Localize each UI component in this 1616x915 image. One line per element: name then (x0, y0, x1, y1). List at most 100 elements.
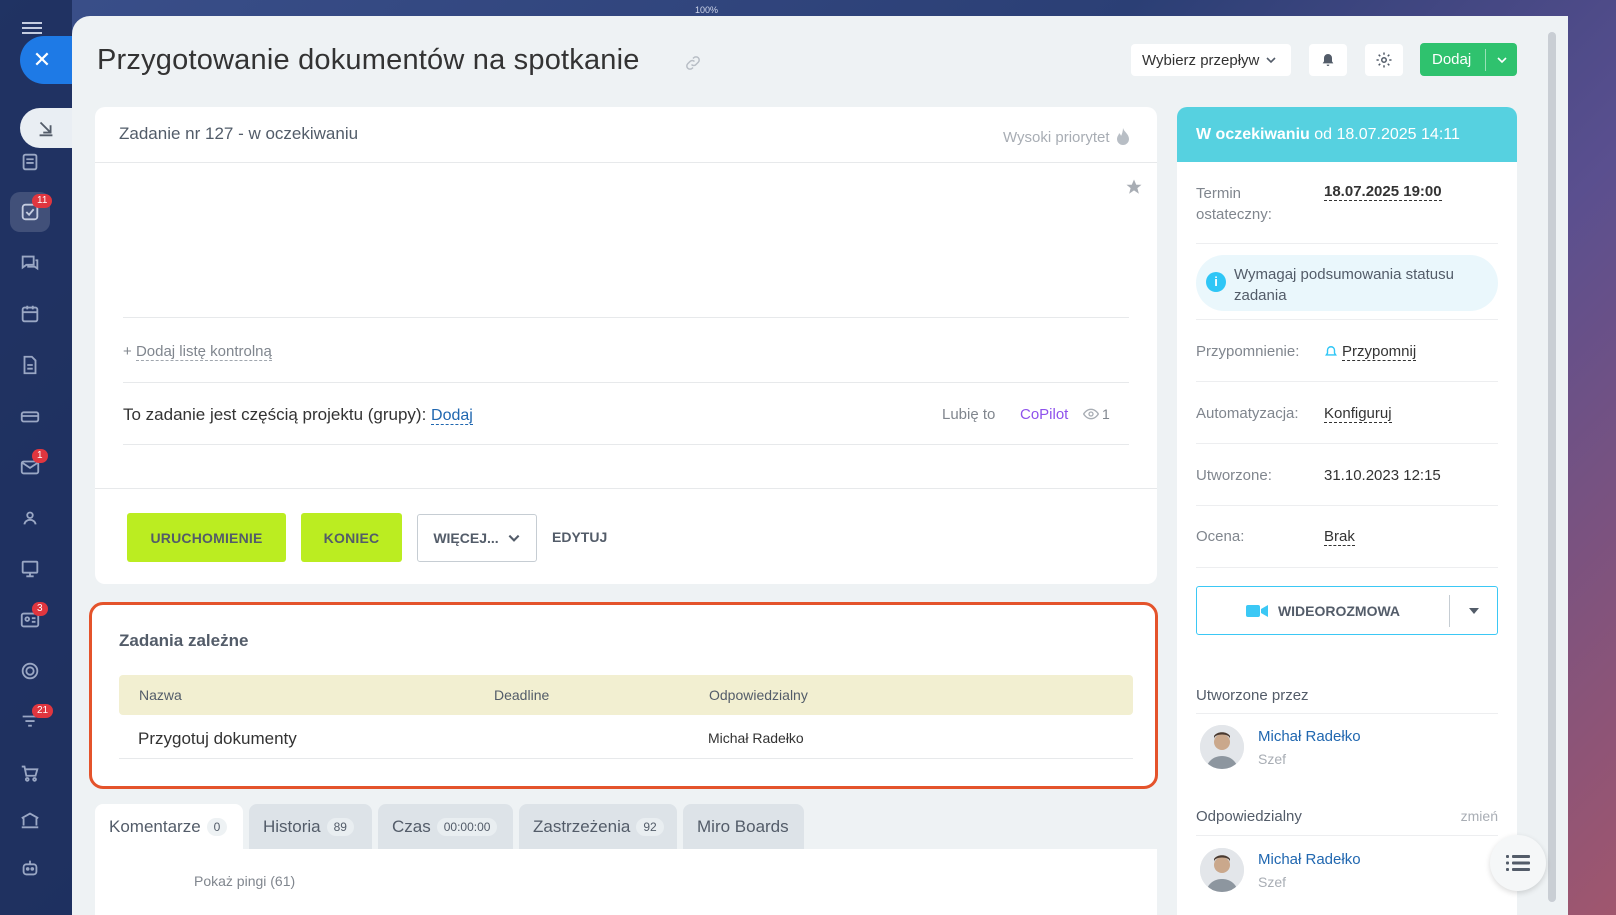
info-icon: i (1206, 272, 1226, 292)
tab-comments[interactable]: Komentarze 0 (95, 804, 243, 850)
creator-name[interactable]: Michał Radełko (1258, 728, 1361, 745)
tab-history[interactable]: Historia 89 (249, 804, 372, 850)
deadline-label: Termin ostateczny: (1196, 185, 1272, 223)
automation-label: Automatyzacja: (1196, 405, 1299, 422)
calendar-icon (21, 305, 39, 323)
require-summary-label: Wymagaj podsumowania statusu zadania (1234, 266, 1454, 304)
notifications-button[interactable] (1309, 44, 1347, 76)
reminder-value[interactable]: Przypomnij (1342, 343, 1417, 361)
sidebar-item-bank[interactable] (10, 800, 50, 840)
mail-badge: 1 (32, 449, 48, 463)
sidebar-item-calendar[interactable] (10, 294, 50, 334)
start-button[interactable]: URUCHOMIENIE (127, 513, 286, 562)
bell-icon (1325, 346, 1337, 356)
change-responsible-link[interactable]: zmień (1461, 808, 1498, 824)
responsible-card[interactable]: Michał Radełko Szef (1196, 848, 1498, 898)
avatar (1200, 725, 1244, 769)
tab-time[interactable]: Czas 00:00:00 (378, 804, 513, 850)
file-icon (23, 355, 37, 375)
copilot-button[interactable]: CoPilot (1020, 406, 1068, 423)
rating-label: Ocena: (1196, 528, 1245, 545)
reminder-label: Przypomnienie: (1196, 343, 1300, 360)
avatar-image (1200, 848, 1244, 892)
video-camera-icon (1245, 604, 1268, 617)
chevron-down-icon (1266, 57, 1276, 64)
settings-button[interactable] (1365, 44, 1403, 76)
dependent-task-responsible: Michał Radełko (708, 730, 804, 746)
link-icon[interactable] (684, 54, 702, 72)
edit-button[interactable]: EDYTUJ (552, 529, 607, 545)
tab-label: Zastrzeżenia (533, 817, 631, 836)
reminder-row: Przypomnienie: Przypomnij (1196, 343, 1498, 363)
sidebar-item-tasks[interactable]: 11 (10, 192, 53, 232)
dependent-table-header: Nazwa Deadline Odpowiedzialny (119, 675, 1133, 715)
deadline-value[interactable]: 18.07.2025 19:00 (1324, 183, 1442, 201)
sidebar-item-goals[interactable] (10, 651, 50, 691)
sidebar-item-board[interactable] (10, 549, 50, 589)
add-button[interactable]: Dodaj (1420, 43, 1517, 76)
responsible-name[interactable]: Michał Radełko (1258, 851, 1361, 868)
cart-icon (21, 765, 39, 782)
sidebar-item-sites[interactable]: 21 (10, 702, 54, 742)
contacts-badge: 3 (32, 602, 48, 616)
project-add-link[interactable]: Dodaj (431, 407, 473, 425)
automation-value[interactable]: Konfiguruj (1324, 405, 1392, 423)
creator-card[interactable]: Michał Radełko Szef (1196, 725, 1498, 775)
flow-select[interactable]: Wybierz przepływ (1131, 44, 1291, 76)
add-dropdown[interactable] (1486, 54, 1517, 66)
views-count: 1 (1102, 406, 1110, 422)
sidebar-item-contacts[interactable]: 3 (10, 600, 50, 640)
video-dropdown[interactable] (1450, 607, 1497, 614)
column-header-deadline: Deadline (494, 687, 550, 703)
sidebar-item-employees[interactable] (10, 498, 50, 538)
sidebar-item-chat[interactable] (10, 243, 50, 283)
tab-objections[interactable]: Zastrzeżenia 92 (519, 804, 677, 850)
page-title: Przygotowanie dokumentów na spotkanie (97, 44, 640, 76)
table-row[interactable]: Przygotuj dokumenty Michał Radełko (119, 716, 1133, 759)
avatar (1200, 848, 1244, 892)
more-button[interactable]: WIĘCEJ... (417, 514, 537, 562)
video-call-main[interactable]: WIDEOROZMOWA (1197, 603, 1449, 619)
like-button[interactable]: Lubię to (942, 406, 995, 423)
star-icon[interactable] (1125, 178, 1143, 196)
add-checklist-link[interactable]: Dodaj listę kontrolną (135, 343, 272, 361)
project-line: To zadanie jest częścią projektu (grupy)… (123, 405, 473, 425)
created-by-label: Utworzone przez (1196, 687, 1309, 704)
eye-icon (1083, 408, 1099, 420)
tasks-badge: 11 (32, 194, 53, 208)
video-call-button[interactable]: WIDEOROZMOWA (1196, 586, 1498, 635)
project-text: To zadanie jest częścią projektu (grupy)… (123, 405, 427, 424)
responsible-header: Odpowiedzialny zmień (1196, 808, 1498, 828)
close-button[interactable]: ✕ (20, 36, 72, 84)
tab-count: 92 (636, 818, 664, 836)
add-checklist[interactable]: + Dodaj listę kontrolną (123, 343, 272, 361)
menu-icon[interactable] (22, 22, 42, 34)
presentation-icon (21, 560, 39, 578)
sidebar-item-mail[interactable]: 1 (10, 447, 50, 487)
rating-value[interactable]: Brak (1324, 528, 1355, 546)
tab-label: Czas (392, 817, 431, 836)
show-pings-link[interactable]: Pokaż pingi (61) (194, 873, 295, 889)
sidebar-item-feed[interactable] (10, 142, 50, 182)
views-counter: 1 (1083, 406, 1110, 422)
finish-button[interactable]: KONIEC (301, 513, 402, 562)
divider (1196, 319, 1498, 320)
scrollbar[interactable] (1547, 16, 1568, 915)
sidebar-item-bot[interactable] (10, 848, 50, 888)
require-summary-toggle[interactable]: i Wymagaj podsumowania statusu zadania (1196, 255, 1498, 311)
sidebar-item-shop[interactable] (10, 753, 50, 793)
priority-toggle[interactable]: Wysoki priorytet (1003, 128, 1130, 146)
menu-fab-button[interactable] (1490, 835, 1546, 891)
robot-icon (22, 860, 38, 876)
tab-label: Miro Boards (697, 817, 789, 836)
chevron-down-icon (1496, 56, 1507, 63)
reminder-control[interactable]: Przypomnij (1324, 343, 1417, 361)
sidebar-item-drive[interactable] (10, 396, 50, 436)
responsible-label: Odpowiedzialny (1196, 808, 1302, 825)
sidebar-item-docs[interactable] (10, 345, 50, 385)
tab-miro-boards[interactable]: Miro Boards (683, 804, 804, 850)
avatar-image (1200, 725, 1244, 769)
dependent-task-name[interactable]: Przygotuj dokumenty (138, 729, 297, 749)
arrow-down-icon (39, 121, 53, 137)
scrollbar-thumb[interactable] (1548, 32, 1556, 902)
